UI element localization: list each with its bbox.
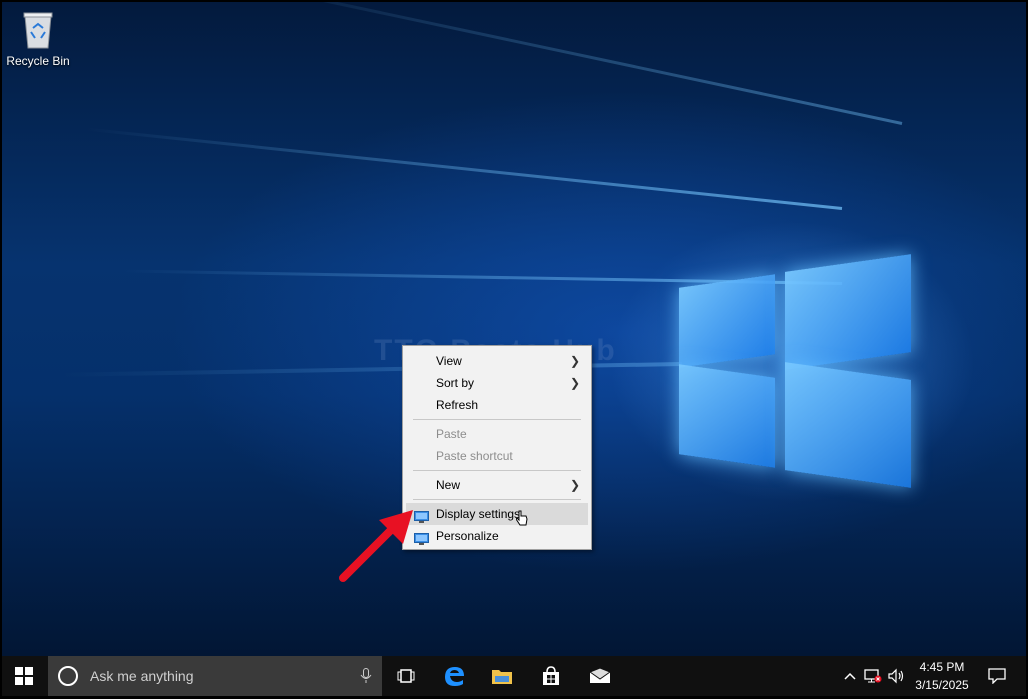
network-button[interactable] [862, 656, 884, 696]
windows-wallpaper-logo [675, 249, 915, 489]
submenu-arrow-icon: ❯ [569, 354, 580, 368]
volume-button[interactable] [886, 656, 908, 696]
light-beam [86, 127, 843, 210]
mail-icon [589, 668, 611, 683]
menu-separator [413, 419, 581, 420]
menu-item-display-settings[interactable]: Display settings [406, 503, 588, 525]
menu-item-paste-shortcut[interactable]: Paste shortcut [406, 445, 588, 467]
search-placeholder: Ask me anything [90, 668, 194, 684]
light-beam [216, 2, 903, 125]
menu-item-new[interactable]: New ❯ [406, 474, 588, 496]
speaker-icon [888, 668, 904, 684]
edge-icon [445, 667, 464, 686]
recycle-bin-icon [21, 10, 55, 50]
menu-item-personalize[interactable]: Personalize [406, 525, 588, 547]
hand-cursor-icon [515, 510, 528, 526]
submenu-arrow-icon: ❯ [569, 478, 580, 492]
start-button[interactable] [2, 656, 46, 696]
desktop[interactable]: TTG Posts Hub Recycle Bin [2, 2, 1026, 656]
recycle-bin-label: Recycle Bin [6, 54, 70, 68]
system-clock[interactable]: 4:45 PM 3/15/2025 [910, 658, 974, 694]
task-view-button[interactable] [384, 656, 428, 696]
action-center-button[interactable] [980, 656, 1014, 696]
chevron-up-icon [844, 672, 856, 680]
mail-button[interactable] [578, 656, 622, 696]
network-disconnected-icon [864, 669, 882, 683]
red-arrow-annotation [335, 500, 425, 590]
clock-time: 4:45 PM [919, 660, 965, 674]
notification-icon [988, 668, 1006, 684]
taskbar: Ask me anything 4:45 PM 3/15/2025 [2, 656, 1026, 696]
menu-item-sort-by[interactable]: Sort by ❯ [406, 372, 588, 394]
file-explorer-button[interactable] [480, 656, 524, 696]
desktop-context-menu: View ❯ Sort by ❯ Refresh Paste Paste sho… [402, 345, 592, 550]
windows-start-icon [15, 667, 33, 685]
show-hidden-icons-button[interactable] [840, 656, 860, 696]
store-button[interactable] [529, 656, 573, 696]
task-view-icon [397, 669, 415, 683]
menu-item-refresh[interactable]: Refresh [406, 394, 588, 416]
menu-separator [413, 499, 581, 500]
cortana-search-box[interactable]: Ask me anything [48, 656, 382, 696]
menu-item-view[interactable]: View ❯ [406, 350, 588, 372]
edge-button[interactable] [432, 656, 476, 696]
cortana-icon [58, 666, 78, 686]
recycle-bin-shortcut[interactable]: Recycle Bin [6, 10, 70, 68]
menu-item-paste[interactable]: Paste [406, 423, 588, 445]
clock-date: 3/15/2025 [915, 678, 969, 692]
file-explorer-icon [492, 670, 512, 684]
submenu-arrow-icon: ❯ [569, 376, 580, 390]
store-icon [543, 666, 559, 685]
microphone-icon[interactable] [360, 668, 372, 684]
menu-separator [413, 470, 581, 471]
